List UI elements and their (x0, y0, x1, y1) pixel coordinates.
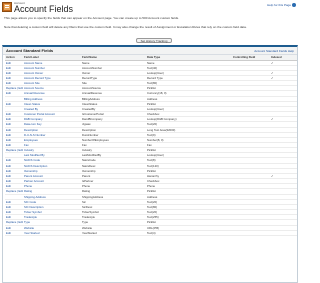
table-row: Edit Year Started YearStarted Text(4) (5, 230, 297, 236)
table-body: Edit Account Name Name Name ✓ Edit Account Num… (5, 60, 297, 236)
panel-header: Account Standard Fields Account Standard… (3, 47, 297, 55)
description-line-1: This page allows you to specify the fiel… (4, 16, 180, 20)
fields-table: Action Field Label Field Name Data Type … (5, 55, 297, 236)
set-history-tracking-button[interactable]: Set History Tracking (136, 38, 172, 43)
row-data-type: Text(4) (146, 230, 232, 236)
help-link-label[interactable]: Help for this Page (267, 3, 291, 7)
account-icon (2, 2, 12, 12)
help-link[interactable]: Help for this Page (267, 3, 296, 8)
panel-title: Account Standard Fields (6, 48, 54, 53)
row-action-link[interactable]: Replace | Edit (5, 219, 23, 226)
row-action-link[interactable]: Edit (5, 230, 23, 236)
row-controlling-field (232, 230, 270, 236)
page-title: Account Fields (14, 4, 74, 14)
row-indexed-check (270, 230, 297, 236)
row-field-name: YearStarted (81, 230, 146, 236)
page-header: Account Account Fields Help for this Pag… (0, 0, 300, 16)
description-line-2: Note that deleting a custom field will d… (4, 25, 247, 29)
help-icon[interactable] (292, 3, 296, 8)
row-action-link[interactable]: Replace | Edit (5, 188, 23, 195)
standard-fields-panel: Account Standard Fields Account Standard… (2, 45, 298, 283)
panel-help-link[interactable]: Account Standard Fields Help (254, 49, 294, 53)
row-action-link[interactable]: Replace | Edit (5, 85, 23, 92)
row-action-link[interactable]: Replace | Edit (5, 147, 23, 154)
row-field-label-link[interactable]: Year Started (23, 230, 81, 236)
